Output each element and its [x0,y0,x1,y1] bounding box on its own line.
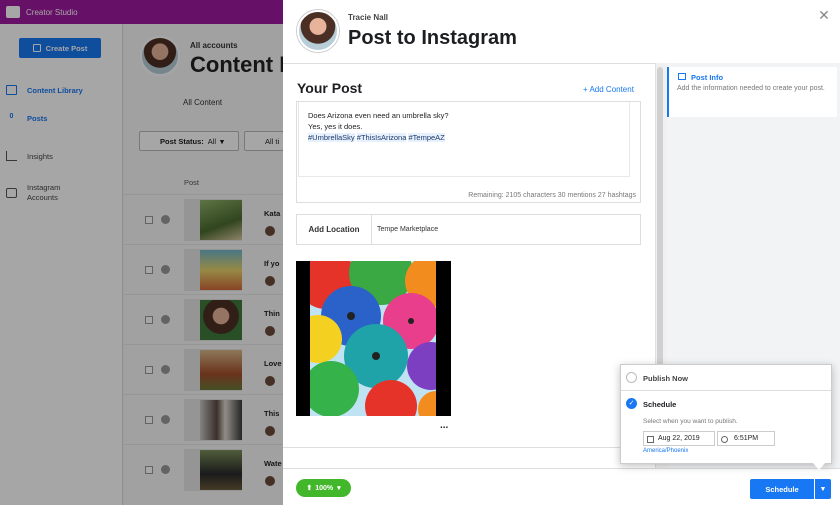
upload-percent: 100% [315,484,334,492]
post-image [296,261,451,416]
hashtag: #ThisIsArizona [356,133,407,142]
calendar-icon [647,436,654,443]
chevron-down-icon[interactable]: ▼ [815,479,831,499]
section-title: Your Post [297,80,363,96]
caption-textarea[interactable]: Does Arizona even need an umbrella sky? … [298,102,630,177]
schedule-description: Select when you want to publish. [643,418,738,425]
chevron-down-icon: ▾ [337,485,341,492]
post-info-description: Add the information needed to create you… [677,85,825,92]
caption-line: Does Arizona even need an umbrella sky? [308,111,449,120]
user-avatar [297,10,339,52]
hashtags: #UmbrellaSky #ThisIsArizona #TempeAZ [308,132,620,143]
schedule-label: Schedule [643,400,677,409]
publish-now-option[interactable]: Publish Now [621,365,831,391]
publish-now-label: Publish Now [643,374,688,383]
date-picker[interactable]: Aug 22, 2019 [643,431,715,446]
post-info-section[interactable]: Post Info Add the information needed to … [667,67,837,117]
add-content-link[interactable]: + Add Content [583,85,634,94]
more-options-icon[interactable]: ... [440,420,448,431]
upload-progress-pill[interactable]: ⬆ 100% ▾ [296,479,351,497]
modal-footer: ⬆ 100% ▾ Schedule ▼ [283,468,840,505]
upload-icon: ⬆ [306,485,313,492]
post-info-title: Post Info [691,73,724,82]
modal-title: Post to Instagram [348,27,517,49]
publish-options-popover: Publish Now ✓ Schedule Select when you w… [620,364,832,470]
hashtag: #UmbrellaSky [308,133,355,142]
umbrella-photo [296,261,451,416]
schedule-radio[interactable]: ✓ [626,398,637,409]
location-value[interactable]: Tempe Marketplace [377,226,438,233]
close-icon[interactable]: ✕ [817,8,831,22]
hashtag: #TempeAZ [408,133,445,142]
clock-icon [721,436,728,443]
timezone-link[interactable]: America/Phoenix [643,448,688,454]
time-picker[interactable]: 6:51PM [717,431,775,446]
divider [283,447,655,448]
time-value: 6:51PM [734,435,759,442]
schedule-button[interactable]: Schedule [750,479,814,499]
location-field[interactable]: Add Location Tempe Marketplace [296,214,641,245]
date-value: Aug 22, 2019 [658,435,700,442]
add-location-label: Add Location [297,215,372,244]
modal-header: Tracie Nall Post to Instagram ✕ [283,0,840,63]
info-icon [678,73,686,80]
scrollbar-thumb[interactable] [657,67,663,367]
username: Tracie Nall [348,13,389,22]
composer-pane: Your Post + Add Content Does Arizona eve… [283,63,655,468]
caption-field[interactable]: Does Arizona even need an umbrella sky? … [296,101,641,203]
caption-line: Yes, yes it does. [308,122,363,131]
remaining-counter: Remaining: 2105 characters 30 mentions 2… [468,192,636,199]
publish-now-radio[interactable] [626,372,637,383]
